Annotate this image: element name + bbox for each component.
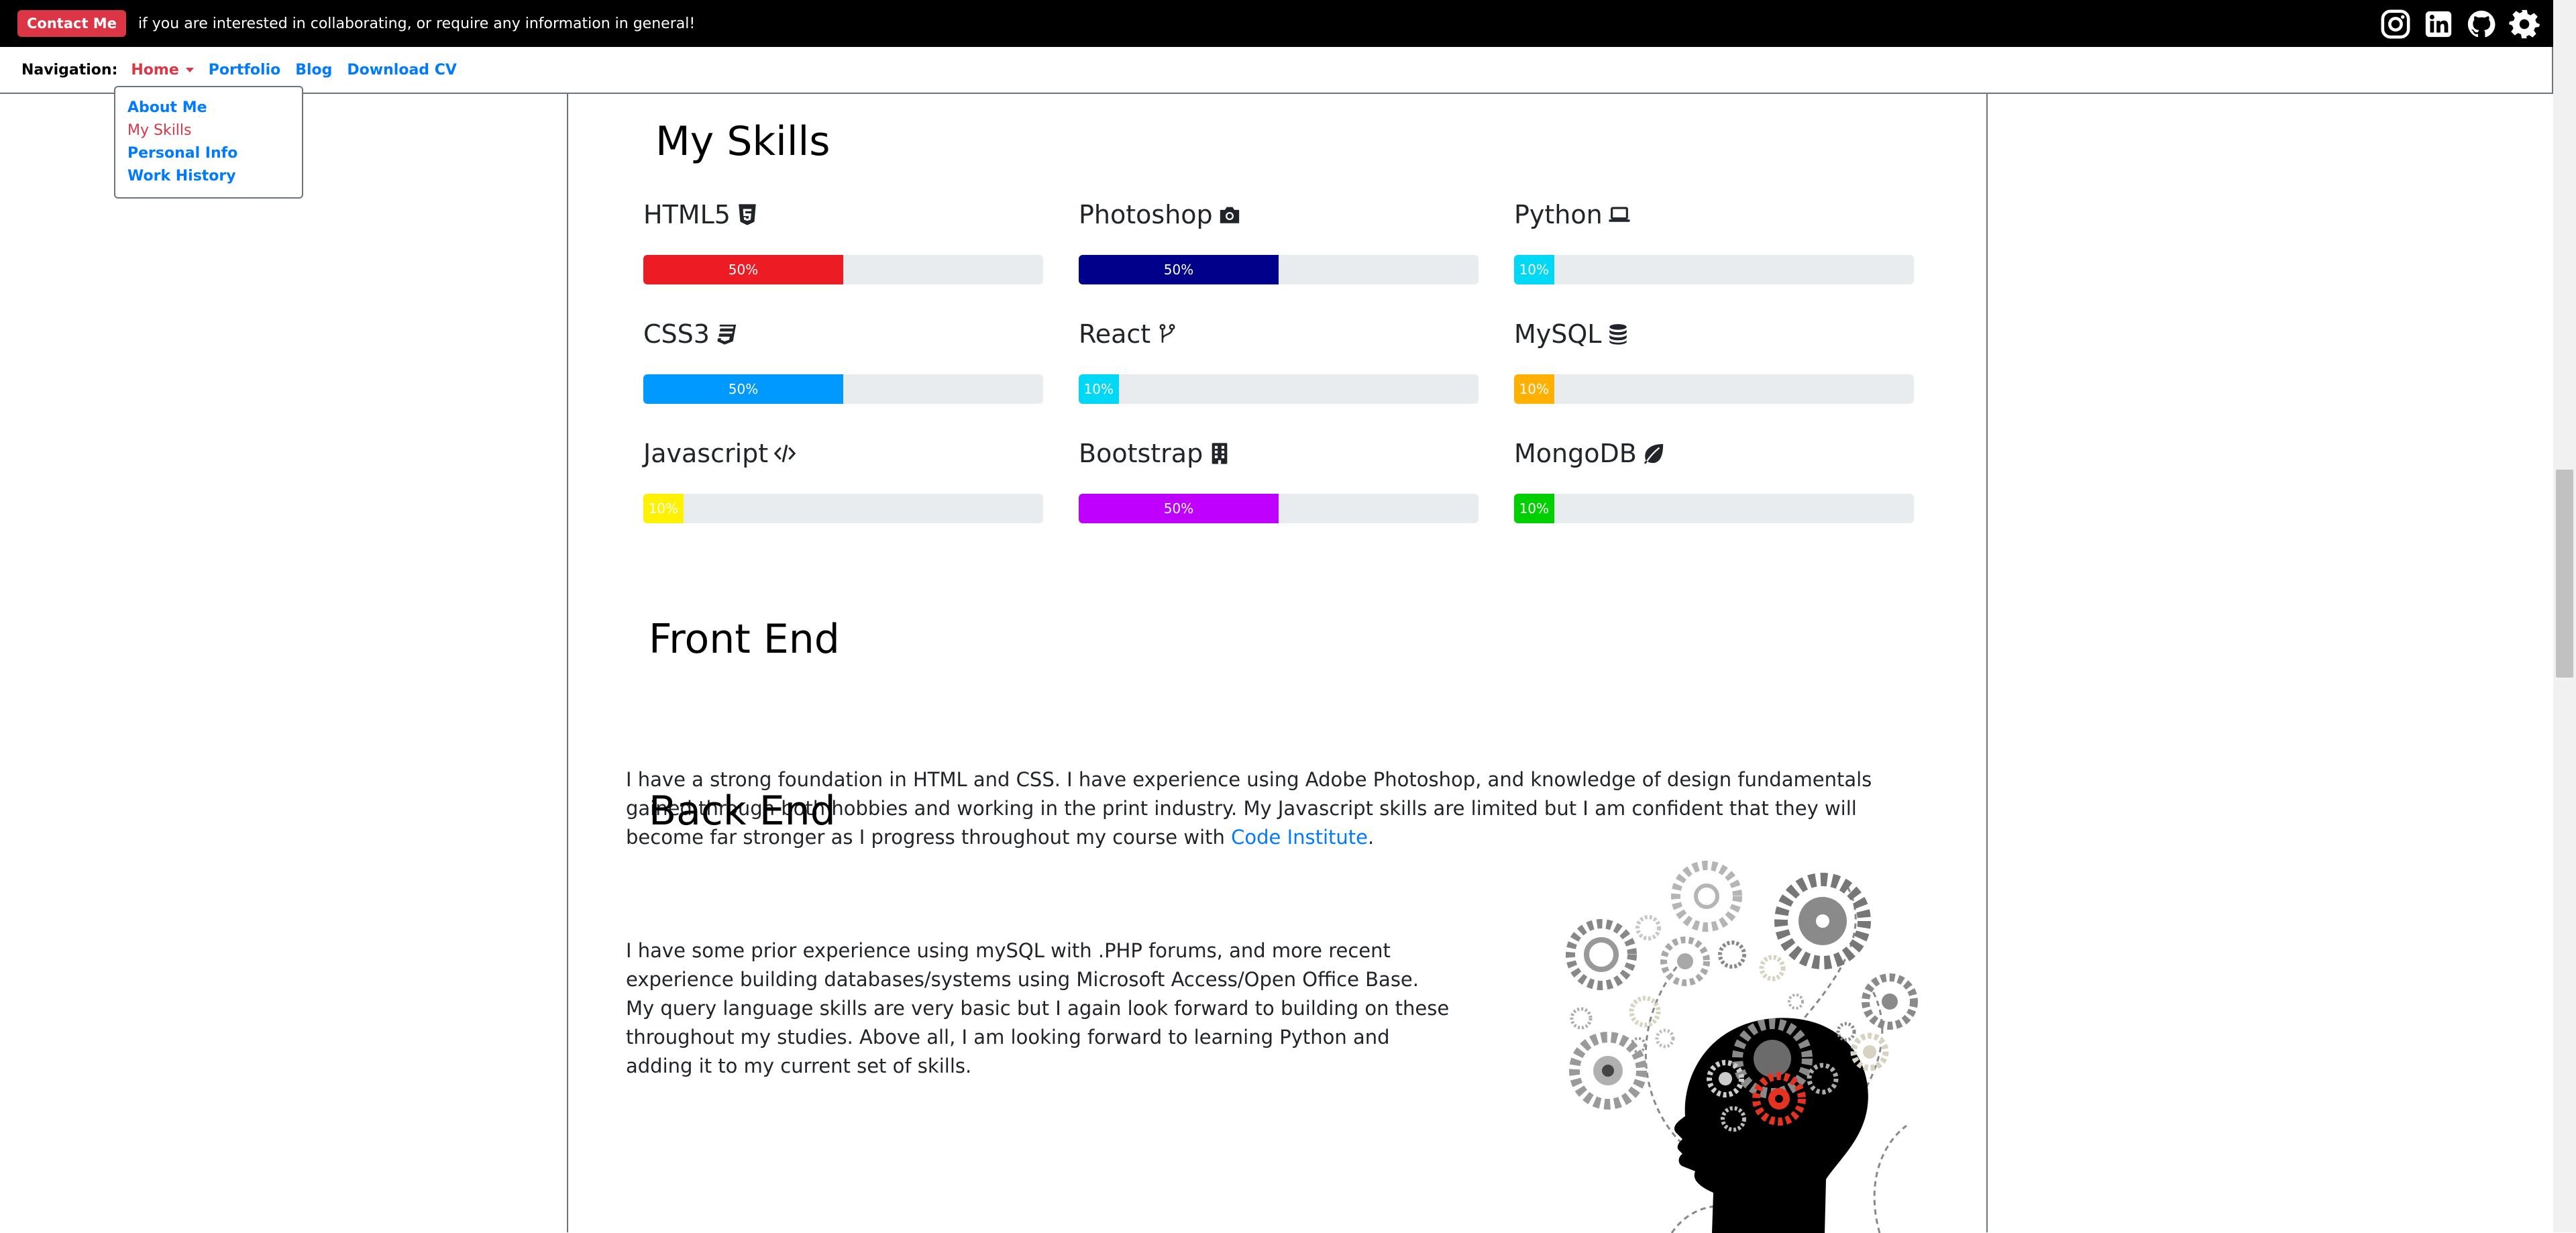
contact-bar: Contact Me if you are interested in coll… — [0, 0, 2553, 47]
linkedin-icon[interactable] — [2423, 9, 2454, 40]
skill-progress-bar-bootstrap: 50% — [1079, 494, 1279, 523]
skill-progress-bar-css3: 50% — [643, 374, 843, 404]
skill-label-html5: HTML5 — [643, 200, 759, 229]
skill-progress-bar-mongodb: 10% — [1514, 494, 1554, 523]
scrollbar-thumb[interactable] — [2556, 470, 2573, 678]
skill-progress-python: 10% — [1514, 255, 1914, 284]
back-end-paragraph: I have some prior experience using mySQL… — [626, 939, 1450, 1077]
contact-bar-text: if you are interested in collaborating, … — [138, 15, 696, 32]
laptop-icon — [1608, 203, 1631, 226]
code-branch-icon — [1156, 323, 1179, 345]
dropdown-item-my-skills[interactable]: My Skills — [115, 119, 302, 142]
navbar: Navigation: Home Portfolio Blog Download… — [0, 47, 2553, 94]
building-icon — [1208, 442, 1231, 465]
caret-down-icon — [185, 67, 194, 72]
settings-gear-icon[interactable] — [2509, 9, 2540, 40]
front-end-heading: Front End — [649, 616, 840, 663]
skill-name: MongoDB — [1514, 439, 1637, 468]
database-icon — [1607, 323, 1629, 345]
home-dropdown-menu: About Me My Skills Personal Info Work Hi… — [114, 86, 303, 199]
skills-heading: My Skills — [655, 118, 830, 165]
skill-name: HTML5 — [643, 200, 731, 229]
leaf-icon — [1642, 442, 1665, 465]
nav-links: Home Portfolio Blog Download CV — [131, 62, 457, 78]
contact-me-button[interactable]: Contact Me — [17, 10, 126, 37]
skill-progress-bar-python: 10% — [1514, 255, 1554, 284]
html5-icon — [736, 203, 759, 226]
skill-label-python: Python — [1514, 200, 1631, 229]
skill-progress-bar-react: 10% — [1079, 374, 1119, 404]
skill-label-css3: CSS3 — [643, 319, 738, 349]
head-gears-illustration — [1566, 861, 1918, 1233]
nav-home-dropdown-toggle[interactable]: Home — [131, 61, 194, 78]
skill-label-mongodb: MongoDB — [1514, 439, 1665, 468]
skill-name: Python — [1514, 200, 1603, 229]
nav-portfolio-link[interactable]: Portfolio — [209, 62, 281, 78]
skill-label-photoshop: Photoshop — [1079, 200, 1241, 229]
skill-label-bootstrap: Bootstrap — [1079, 439, 1231, 468]
nav-label: Navigation: — [21, 61, 118, 78]
skill-progress-bar-photoshop: 50% — [1079, 255, 1279, 284]
back-end-heading: Back End — [649, 788, 836, 835]
skill-progress-javascript: 10% — [643, 494, 1043, 523]
skill-progress-mongodb: 10% — [1514, 494, 1914, 523]
skill-name: Photoshop — [1079, 200, 1213, 229]
css3-icon — [715, 323, 738, 345]
nav-blog-link[interactable]: Blog — [295, 62, 332, 78]
skill-name: Bootstrap — [1079, 439, 1203, 468]
skill-progress-react: 10% — [1079, 374, 1479, 404]
skill-name: Javascript — [643, 439, 769, 468]
skill-name: CSS3 — [643, 319, 710, 349]
skill-name: MySQL — [1514, 319, 1602, 349]
skill-progress-mysql: 10% — [1514, 374, 1914, 404]
skill-progress-photoshop: 50% — [1079, 255, 1479, 284]
camera-icon — [1218, 203, 1241, 226]
code-icon — [773, 442, 796, 465]
skill-progress-bar-javascript: 10% — [643, 494, 684, 523]
dropdown-item-about-me[interactable]: About Me — [115, 97, 302, 119]
skill-progress-css3: 50% — [643, 374, 1043, 404]
front-end-text-end: . — [1368, 826, 1375, 849]
code-institute-link[interactable]: Code Institute — [1231, 826, 1368, 849]
github-icon[interactable] — [2466, 9, 2497, 40]
skill-progress-bar-mysql: 10% — [1514, 374, 1554, 404]
instagram-icon[interactable] — [2380, 9, 2411, 40]
skill-name: React — [1079, 319, 1151, 349]
main-content: My Skills HTML5 50% Photoshop 50% Python… — [567, 93, 1988, 1233]
skill-progress-bar-html5: 50% — [643, 255, 843, 284]
skill-progress-bootstrap: 50% — [1079, 494, 1479, 523]
dropdown-item-personal-info[interactable]: Personal Info — [115, 142, 302, 165]
skill-label-javascript: Javascript — [643, 439, 796, 468]
skill-label-mysql: MySQL — [1514, 319, 1629, 349]
dropdown-item-work-history[interactable]: Work History — [115, 165, 302, 188]
nav-home-label: Home — [131, 61, 179, 78]
skill-label-react: React — [1079, 319, 1179, 349]
nav-download-cv-link[interactable]: Download CV — [347, 62, 456, 78]
skill-progress-html5: 50% — [643, 255, 1043, 284]
social-links — [2380, 9, 2540, 40]
